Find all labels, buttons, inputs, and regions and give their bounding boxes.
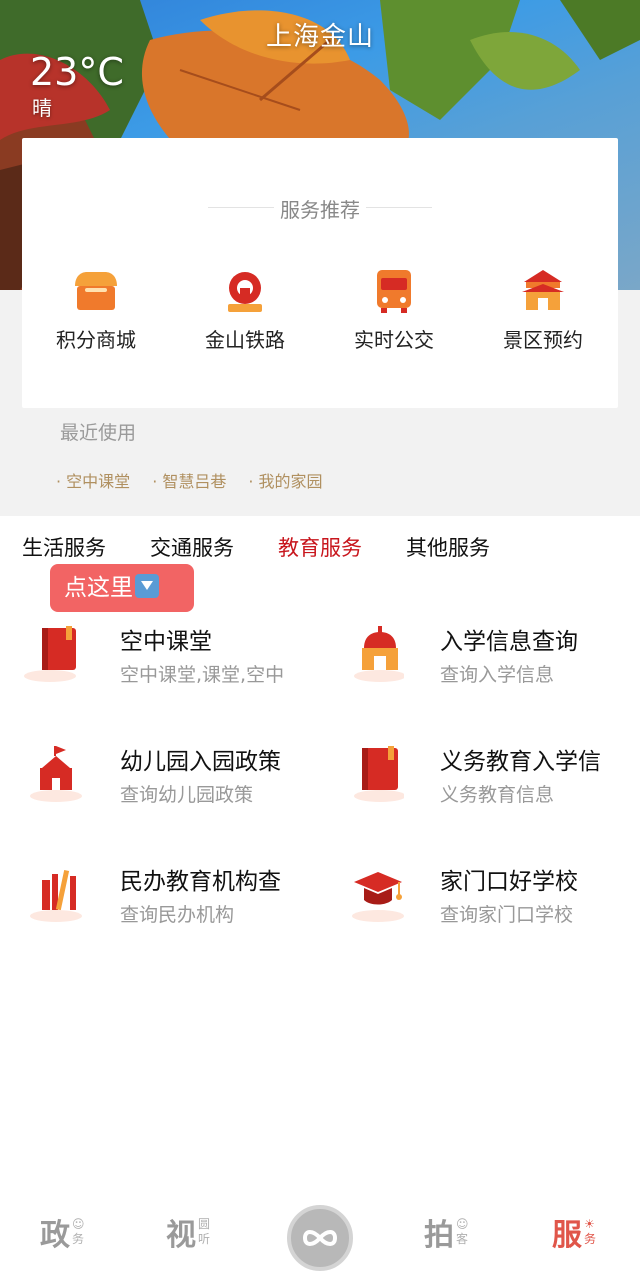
service-desc: 查询幼儿园政策 [120, 784, 254, 806]
service-desc: 查询入学信息 [440, 664, 555, 686]
gate-icon [522, 270, 564, 310]
service-desc: 义务教育信息 [440, 784, 555, 806]
recommend-item-points-mall[interactable]: 积分商城 [22, 266, 170, 353]
recommend-item-jinshan-railway[interactable]: 金山铁路 [171, 266, 319, 353]
tab-life-services[interactable]: 生活服务 [22, 532, 106, 562]
service-name: 入学信息查询 [440, 629, 578, 655]
book-icon [24, 626, 76, 682]
nav-label: 政 [40, 1218, 70, 1253]
shop-icon [75, 272, 117, 310]
service-item-nearby-school[interactable]: 家门口好学校 查询家门口学校 [340, 862, 630, 942]
book-icon [354, 746, 404, 802]
bus-icon [377, 270, 411, 313]
temperature: 23°C [30, 50, 124, 94]
service-item-sky-classroom[interactable]: 空中课堂 空中课堂,课堂,空中 [20, 622, 310, 702]
nav-photo[interactable]: 拍 ☺ 客 [424, 1210, 469, 1254]
tap-here-hint: 点这里 [50, 564, 194, 612]
recommend-item-scenic-booking[interactable]: 景区预约 [469, 266, 617, 353]
service-desc: 查询民办机构 [120, 904, 235, 926]
service-tabs: 生活服务 交通服务 教育服务 其他服务 [22, 532, 490, 562]
graduation-cap-icon [352, 872, 404, 922]
nav-sub-top: 圆 [198, 1217, 211, 1231]
nav-sub-top: ☀ [584, 1217, 595, 1231]
recommend-item-realtime-bus[interactable]: 实时公交 [320, 266, 468, 353]
service-name: 空中课堂 [120, 629, 212, 655]
nav-government[interactable]: 政 ☺ 务 [40, 1210, 85, 1254]
nav-sublabel: 圆 听 [198, 1217, 210, 1247]
service-name: 义务教育入学信 [440, 749, 601, 775]
nav-video[interactable]: 视 圆 听 [166, 1210, 210, 1254]
nav-label: 视 [166, 1218, 196, 1253]
nav-sub-top: ☺ [456, 1217, 469, 1231]
building-icon [354, 626, 404, 682]
infinity-icon [302, 1230, 338, 1246]
service-item-kindergarten-policy[interactable]: 幼儿园入园政策 查询幼儿园政策 [20, 742, 310, 822]
recommend-item-label: 积分商城 [56, 328, 136, 352]
weather-condition: 晴 [32, 96, 52, 120]
service-desc: 空中课堂,课堂,空中 [120, 664, 285, 686]
hint-label: 点这里 [64, 575, 133, 601]
nav-sublabel: ☺ 客 [456, 1217, 469, 1247]
nav-label: 拍 [424, 1218, 454, 1253]
service-item-compulsory-education[interactable]: 义务教育入学信 义务教育信息 [340, 742, 630, 822]
down-arrow-icon [135, 574, 159, 598]
service-item-private-education[interactable]: 民办教育机构查 查询民办机构 [20, 862, 310, 942]
books-icon [30, 870, 82, 922]
recent-section: 最近使用 空中课堂 智慧吕巷 我的家园 [22, 408, 618, 516]
nav-sub-bottom: 务 [584, 1232, 597, 1246]
recent-list: 空中课堂 智慧吕巷 我的家园 [56, 468, 323, 492]
recommend-item-label: 景区预约 [503, 328, 583, 352]
school-icon [30, 746, 82, 802]
service-name: 家门口好学校 [440, 869, 578, 895]
nav-label: 服 [552, 1218, 582, 1253]
service-item-enrollment-info[interactable]: 入学信息查询 查询入学信息 [340, 622, 630, 702]
recommend-card: 服务推荐 积分商城 金山铁路 实时公交 景区预约 [22, 138, 618, 408]
nav-service[interactable]: 服 ☀ 务 [552, 1210, 596, 1254]
tab-education-services[interactable]: 教育服务 [278, 532, 362, 562]
nav-sub-bottom: 听 [198, 1232, 211, 1246]
service-name: 民办教育机构查 [120, 869, 281, 895]
recommend-item-label: 金山铁路 [205, 328, 285, 352]
service-desc: 查询家门口学校 [440, 904, 574, 926]
recommend-item-label: 实时公交 [354, 328, 434, 352]
tab-transport-services[interactable]: 交通服务 [150, 532, 234, 562]
nav-sublabel: ☀ 务 [584, 1217, 596, 1247]
service-name: 幼儿园入园政策 [120, 749, 281, 775]
city-name[interactable]: 上海金山 [0, 16, 640, 53]
recent-title: 最近使用 [60, 422, 137, 444]
recent-item-my-home[interactable]: 我的家园 [248, 468, 323, 492]
recommend-title: 服务推荐 [22, 194, 618, 223]
tab-other-services[interactable]: 其他服务 [406, 532, 490, 562]
nav-sublabel: ☺ 务 [72, 1217, 85, 1247]
nav-sub-top: ☺ [72, 1217, 85, 1231]
nav-sub-bottom: 客 [456, 1232, 469, 1246]
railway-icon [228, 272, 262, 312]
recent-item-sky-classroom[interactable]: 空中课堂 [56, 468, 130, 492]
center-home-button[interactable] [287, 1205, 353, 1271]
nav-sub-bottom: 务 [72, 1232, 85, 1246]
recent-item-smart-lvxiang[interactable]: 智慧吕巷 [152, 468, 226, 492]
